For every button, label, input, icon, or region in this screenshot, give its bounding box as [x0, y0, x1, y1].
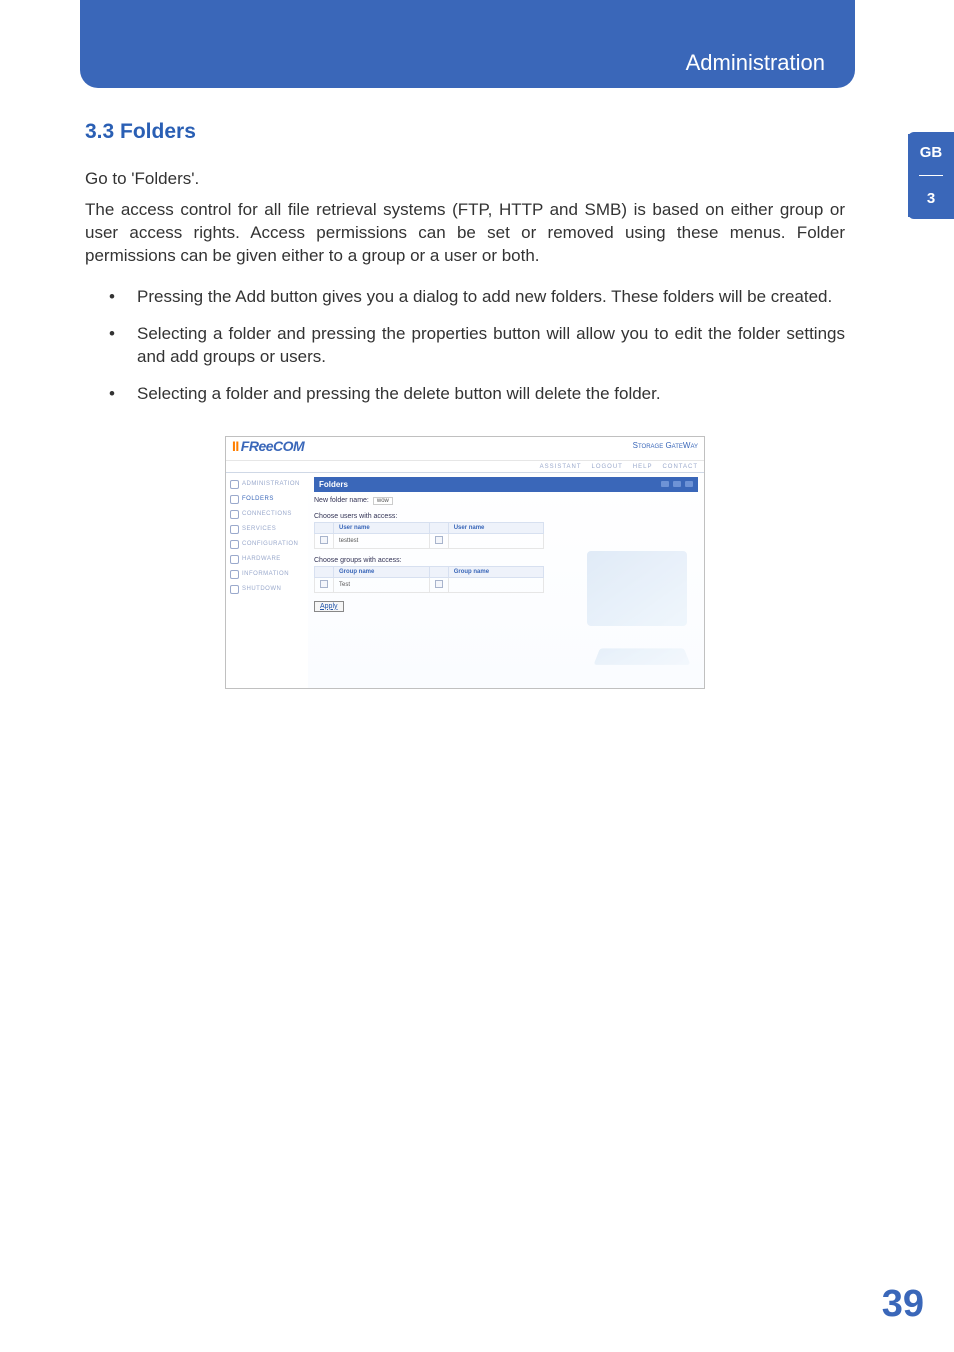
group-col-1: Group name: [334, 566, 430, 577]
nav-folders[interactable]: FOLDERS: [230, 492, 306, 507]
link-logout[interactable]: LOGOUT: [592, 464, 623, 470]
main-panel: Folders New folder name: wow Choose user…: [308, 473, 704, 688]
embedded-screenshot: IIFReeCOM Storage GateWay ASSISTANT LOGO…: [225, 436, 705, 689]
nav-information[interactable]: INFORMATION: [230, 567, 306, 582]
bullet-item: Selecting a folder and pressing the dele…: [109, 383, 845, 406]
users-table: User name User name testtest: [314, 522, 544, 549]
side-lang-badge: GB: [908, 134, 954, 171]
connections-icon: [230, 510, 239, 519]
background-computer-image: [557, 541, 702, 686]
side-chapter-badge: 3: [908, 180, 954, 217]
info-icon: [230, 570, 239, 579]
table-row: Test: [315, 577, 544, 592]
admin-icon: [230, 480, 239, 489]
bullet-item: Selecting a folder and pressing the prop…: [109, 323, 845, 369]
bullet-item: Pressing the Add button gives you a dial…: [109, 286, 845, 309]
group-cell: Test: [334, 577, 430, 592]
nav-administration[interactable]: ADMINISTRATION: [230, 477, 306, 492]
hardware-icon: [230, 555, 239, 564]
nav-shutdown[interactable]: SHUTDOWN: [230, 582, 306, 597]
nav-configuration[interactable]: CONFIGURATION: [230, 537, 306, 552]
panel-header: Folders: [314, 477, 698, 492]
page-number: 39: [882, 1283, 924, 1326]
page-header: Administration: [80, 0, 855, 88]
section-heading: 3.3 Folders: [85, 120, 845, 144]
users-section-label: Choose users with access:: [314, 513, 698, 520]
user-checkbox[interactable]: [320, 536, 328, 544]
group-cell: [448, 577, 544, 592]
side-tab: GB 3: [908, 132, 954, 219]
group-checkbox[interactable]: [320, 580, 328, 588]
user-col-2: User name: [448, 522, 544, 533]
folder-icon: [230, 495, 239, 504]
group-checkbox[interactable]: [435, 580, 443, 588]
nav-services[interactable]: SERVICES: [230, 522, 306, 537]
app-linkbar: ASSISTANT LOGOUT HELP CONTACT: [226, 461, 704, 473]
nav-hardware[interactable]: HARDWARE: [230, 552, 306, 567]
panel-title: Folders: [319, 480, 348, 489]
shutdown-icon: [230, 585, 239, 594]
app-product-name: Storage GateWay: [633, 441, 698, 450]
config-icon: [230, 540, 239, 549]
intro-paragraph: The access control for all file retrieva…: [85, 199, 845, 268]
new-folder-label: New folder name:: [314, 497, 369, 504]
new-folder-input[interactable]: wow: [373, 497, 393, 505]
user-col-1: User name: [334, 522, 430, 533]
user-cell: [448, 533, 544, 548]
group-col-2: Group name: [448, 566, 544, 577]
services-icon: [230, 525, 239, 534]
apply-button[interactable]: Apply: [314, 601, 344, 612]
link-contact[interactable]: CONTACT: [662, 464, 698, 470]
groups-table: Group name Group name Test: [314, 566, 544, 593]
link-help[interactable]: HELP: [633, 464, 653, 470]
table-row: testtest: [315, 533, 544, 548]
user-checkbox[interactable]: [435, 536, 443, 544]
app-logo: IIFReeCOM: [232, 438, 304, 454]
user-cell: testtest: [334, 533, 430, 548]
link-assistant[interactable]: ASSISTANT: [540, 464, 582, 470]
panel-icon[interactable]: [673, 481, 681, 487]
panel-icon[interactable]: [685, 481, 693, 487]
header-title: Administration: [80, 0, 855, 76]
intro-line-1: Go to 'Folders'.: [85, 168, 845, 191]
panel-icon[interactable]: [661, 481, 669, 487]
sidebar-nav: ADMINISTRATION FOLDERS CONNECTIONS SERVI…: [226, 473, 308, 688]
nav-connections[interactable]: CONNECTIONS: [230, 507, 306, 522]
